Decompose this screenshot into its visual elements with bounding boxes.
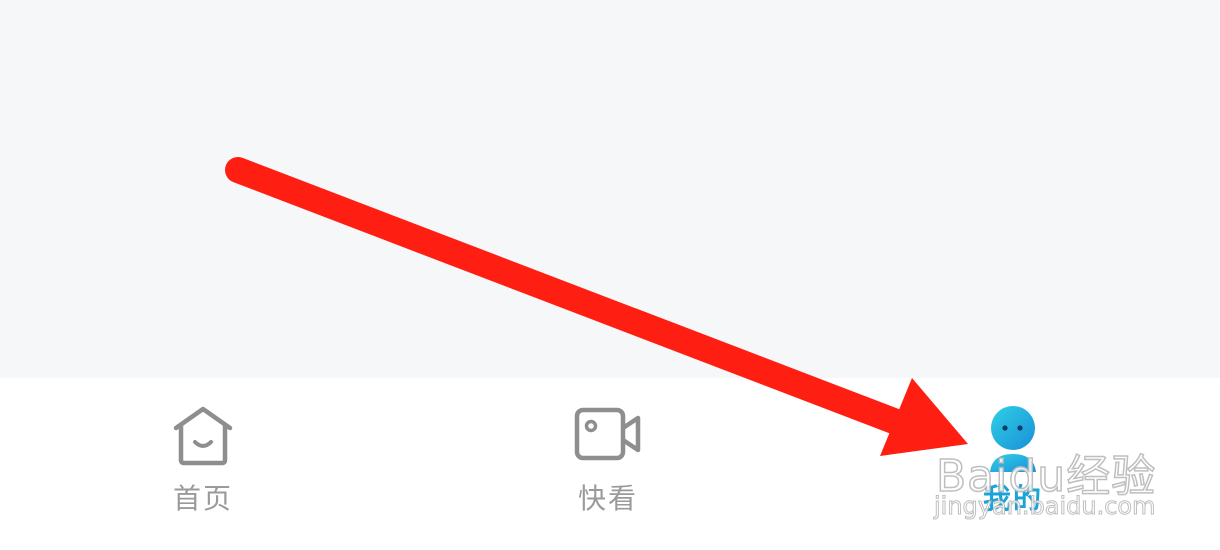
tab-home-label: 首页 <box>172 482 233 515</box>
tab-watch[interactable]: 快看 <box>508 378 708 550</box>
home-icon <box>171 404 235 472</box>
content-area <box>0 0 1220 378</box>
avatar-icon <box>978 404 1048 478</box>
tab-mine-label: 我的 <box>982 482 1043 515</box>
video-camera-icon <box>574 404 642 468</box>
page: 首页 快看 我的 Baidu经验 jingyan.baidu.com <box>0 0 1220 550</box>
tab-watch-label: 快看 <box>577 482 638 515</box>
bottom-tab-bar: 首页 快看 我的 <box>0 378 1220 550</box>
tab-home[interactable]: 首页 <box>103 378 303 550</box>
tab-mine[interactable]: 我的 <box>913 378 1113 550</box>
